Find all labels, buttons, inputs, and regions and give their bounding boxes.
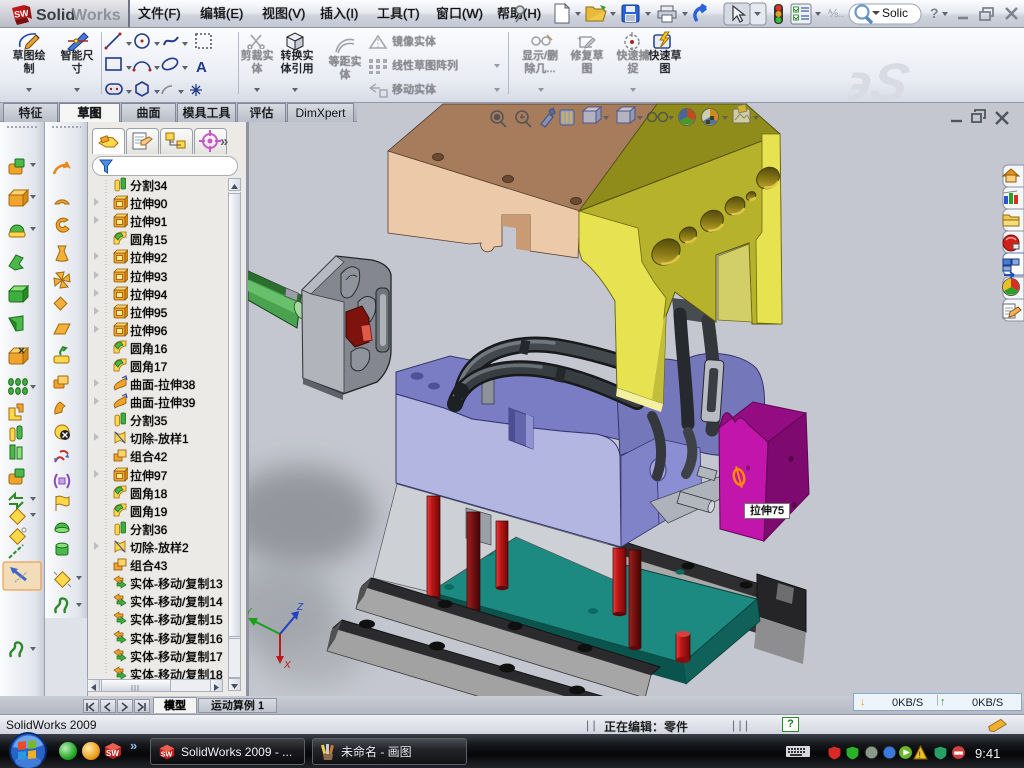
svg-text:϶S: ϶S xyxy=(848,55,914,103)
svg-text:SW: SW xyxy=(161,750,173,759)
svg-text:A: A xyxy=(196,59,207,76)
svg-text:!: ! xyxy=(918,750,921,760)
svg-text:Solic: Solic xyxy=(882,6,908,20)
svg-text:SW: SW xyxy=(14,8,30,20)
svg-text:⅍..: ⅍.. xyxy=(827,8,844,20)
svg-text:?: ? xyxy=(930,5,939,21)
svg-text:X: X xyxy=(283,660,291,671)
svg-text:Solid: Solid xyxy=(36,7,75,24)
svg-text:+: + xyxy=(577,34,582,43)
svg-text:Works: Works xyxy=(72,7,121,24)
svg-text:SW: SW xyxy=(106,749,119,758)
svg-text:Z: Z xyxy=(296,602,304,613)
